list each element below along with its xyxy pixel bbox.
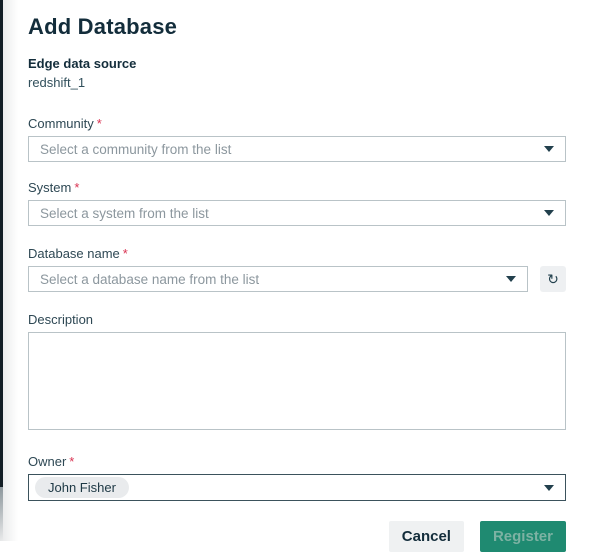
system-label: System* [28, 180, 566, 195]
owner-select[interactable]: John Fisher [28, 474, 566, 501]
add-database-dialog: Add Database Edge data source redshift_1… [0, 0, 612, 541]
dialog-footer: Cancel Register [28, 521, 566, 552]
owner-chip[interactable]: John Fisher [35, 477, 129, 498]
edge-data-source-label: Edge data source [28, 56, 566, 71]
description-field-group: Description [28, 312, 566, 430]
description-input[interactable] [28, 332, 566, 430]
refresh-icon: ↻ [547, 272, 559, 286]
chevron-down-icon [544, 485, 554, 491]
owner-label: Owner* [28, 454, 566, 469]
community-label: Community* [28, 116, 566, 131]
owner-field-group: Owner* John Fisher [28, 454, 566, 501]
community-field-group: Community* Select a community from the l… [28, 116, 566, 162]
chevron-down-icon [544, 146, 554, 152]
required-asterisk: * [74, 180, 79, 195]
cancel-button[interactable]: Cancel [389, 521, 464, 552]
page-title: Add Database [28, 14, 566, 40]
database-name-row: Select a database name from the list ↻ [28, 266, 566, 292]
required-asterisk: * [97, 116, 102, 131]
register-button[interactable]: Register [480, 521, 566, 552]
required-asterisk: * [69, 454, 74, 469]
system-placeholder: Select a system from the list [40, 206, 209, 221]
chevron-down-icon [544, 210, 554, 216]
edge-data-source-block: Edge data source redshift_1 [28, 56, 566, 90]
required-asterisk: * [123, 246, 128, 261]
database-name-field-group: Database name* Select a database name fr… [28, 246, 566, 292]
system-select[interactable]: Select a system from the list [28, 200, 566, 226]
community-select[interactable]: Select a community from the list [28, 136, 566, 162]
system-field-group: System* Select a system from the list [28, 180, 566, 226]
community-placeholder: Select a community from the list [40, 142, 231, 157]
refresh-button[interactable]: ↻ [540, 266, 566, 292]
database-name-select[interactable]: Select a database name from the list [28, 266, 528, 292]
edge-data-source-value: redshift_1 [28, 75, 566, 90]
database-name-label: Database name* [28, 246, 566, 261]
chevron-down-icon [506, 276, 516, 282]
description-label: Description [28, 312, 566, 327]
database-name-placeholder: Select a database name from the list [40, 272, 259, 287]
